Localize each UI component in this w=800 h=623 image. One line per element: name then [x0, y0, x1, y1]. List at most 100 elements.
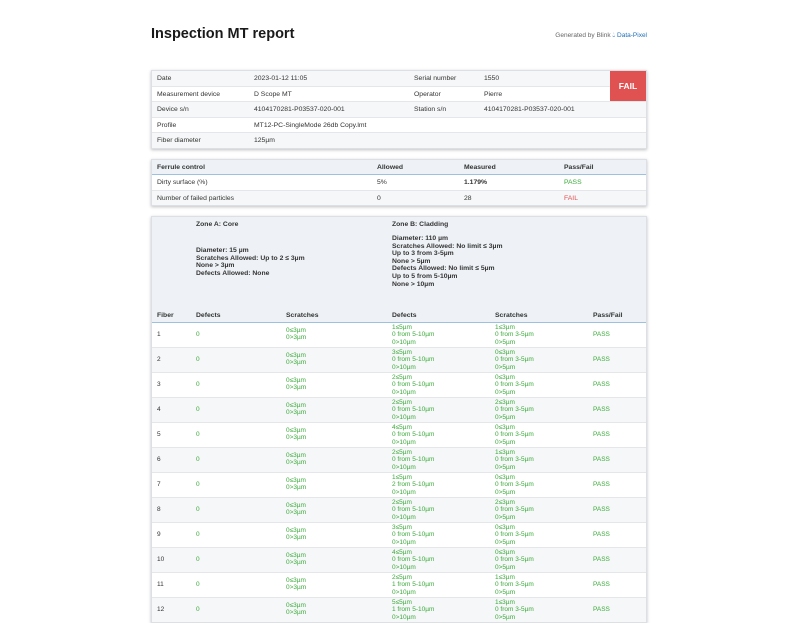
zone-a-scratches-line: 0≤3µm: [286, 502, 306, 509]
zone-a-scratches: 0≤3µm 0>3µm: [286, 327, 306, 342]
overall-result-badge: FAIL: [610, 71, 646, 101]
zone-b-defects-line: 0>10µm: [392, 363, 416, 371]
report-header: Inspection MT report Generated by Blink …: [151, 20, 647, 50]
fiber-header: Fiber: [157, 312, 174, 319]
meta-value: 4104170281-P03537-020-001: [484, 106, 575, 113]
zone-b-line: Up to 3 from 3-5µm: [392, 250, 454, 258]
zone-b-defects-line: 0>10µm: [392, 613, 416, 621]
meta-label: Measurement device: [157, 90, 221, 98]
ferrule-row: Number of failed particles 0 28 FAIL: [152, 190, 646, 205]
zone-b-scratches-line: 0≤3µm: [495, 374, 515, 381]
zone-b-defects-line: 1 from 5-10µm: [392, 581, 435, 589]
zone-a-scratches: 0≤3µm 0>3µm: [286, 352, 306, 367]
fiber-number: 6: [157, 456, 161, 463]
fiber-row: 10 0 0≤3µm 0>3µm 4≤5µm 0 from 5-10µm 0>10µm 0≤3…: [152, 548, 646, 573]
ferrule-row-measured: 28: [464, 194, 472, 202]
zone-b-scratches-line: 0≤3µm: [495, 524, 515, 531]
meta-value: 1550: [484, 75, 500, 82]
generated-by: Generated by Blink 💧︎ Data-Pixel: [555, 32, 647, 40]
fiber-row: 3 0 0≤3µm 0>3µm 2≤5µm 0 from 5-10µm 0>10µm 0≤3µ…: [152, 373, 646, 398]
fiber-row: 6 0 0≤3µm 0>3µm 2≤5µm 0 from 5-10µm 0>10µm 1≤3µ…: [152, 448, 646, 473]
fiber-row: 2 0 0≤3µm 0>3µm 3≤5µm 0 from 5-10µm 0>10µm 0≤3µ…: [152, 348, 646, 373]
zone-b-defects-line: 2≤5µm: [392, 399, 412, 406]
measured-header: Measured: [464, 163, 496, 171]
zone-b-title: Zone B: Cladding: [392, 221, 449, 228]
zone-a-scratches: 0≤3µm 0>3µm: [286, 452, 306, 467]
fiber-number: 1: [157, 331, 161, 338]
fiber-number: 5: [157, 431, 161, 438]
ferrule-row-allowed: 0: [377, 194, 381, 202]
ferrule-header: Ferrule control: [157, 163, 205, 171]
ferrule-row-result: PASS: [564, 179, 582, 186]
zone-b-defects-header: Defects: [392, 312, 417, 319]
zone-b-scratches-line: 0>5µm: [495, 338, 516, 346]
zone-b-scratches-line: 0>5µm: [495, 488, 516, 496]
zone-a-scratches-line: 0≤3µm: [286, 377, 306, 384]
zone-b-scratches-line: 0 from 3-5µm: [495, 331, 534, 339]
zone-b-scratches-line: 0>5µm: [495, 413, 516, 421]
zone-b-scratches-line: 0>5µm: [495, 388, 516, 396]
zone-b-defects-line: 0 from 5-10µm: [392, 381, 435, 389]
fiber-number: 11: [157, 581, 164, 588]
zone-b-defects-line: 0>10µm: [392, 413, 416, 421]
zone-b-scratches-line: 0 from 3-5µm: [495, 556, 534, 564]
ferrule-row-name: Number of failed particles: [157, 194, 235, 202]
zone-b-scratches-line: 0 from 3-5µm: [495, 456, 534, 464]
zone-b-line: None > 5µm: [392, 257, 431, 265]
zone-a-line: Scratches Allowed: Up to 2 ≤ 3µm: [196, 254, 305, 262]
zone-a-scratches-line: 0≤3µm: [286, 327, 306, 334]
fiber-number: 2: [157, 356, 161, 363]
ferrule-row: Dirty surface (%) 5% 1.179% PASS: [152, 175, 646, 191]
fiber-row: 1 0 0≤3µm 0>3µm 1≤5µm 0 from 5-10µm 0>10µm 1≤3µ…: [152, 323, 646, 348]
zone-b-defects-line: 0 from 5-10µm: [392, 331, 435, 339]
zone-b-defects-line: 0>10µm: [392, 588, 416, 596]
zone-b-defects-line: 3≤5µm: [392, 524, 412, 531]
zone-b-defects-line: 4≤5µm: [392, 549, 412, 556]
zone-b-defects-line: 0>10µm: [392, 438, 416, 446]
zone-a-defects-header: Defects: [196, 312, 221, 319]
generated-by-text: Generated by Blink: [555, 32, 611, 39]
zone-a-scratches-line: 0≤3µm: [286, 527, 306, 534]
zone-b-scratches: 0≤3µm 0 from 3-5µm 0>5µm: [495, 349, 534, 371]
zone-a-defects: 0: [196, 381, 200, 388]
zone-b-scratches: 2≤3µm 0 from 3-5µm 0>5µm: [495, 399, 534, 421]
zone-b-scratches-line: 0>5µm: [495, 513, 516, 521]
zone-b-scratches: 1≤3µm 0 from 3-5µm 0>5µm: [495, 449, 534, 471]
zone-b-defects-line: 4≤5µm: [392, 424, 412, 431]
brand-link[interactable]: Data-Pixel: [617, 32, 647, 39]
zone-a-scratches-line: 0>3µm: [286, 359, 307, 367]
zone-a-defects: 0: [196, 581, 200, 588]
zone-b-scratches-line: 0≤3µm: [495, 549, 515, 556]
fiber-result: PASS: [593, 581, 610, 588]
meta-label: Device s/n: [157, 106, 189, 113]
zone-b-scratches-header: Scratches: [495, 312, 528, 319]
zone-a-scratches-line: 0≤3µm: [286, 427, 306, 434]
zone-b-defects-line: 0>10µm: [392, 563, 416, 571]
meta-row: Fiber diameter 125µm: [152, 133, 646, 148]
zone-b-scratches-line: 2≤3µm: [495, 499, 515, 506]
zone-b-defects-line: 0>10µm: [392, 513, 416, 521]
zone-a-line: Defects Allowed: None: [196, 269, 270, 277]
zone-b-defects-line: 2≤5µm: [392, 574, 412, 581]
zone-a-scratches-line: 0≤3µm: [286, 602, 306, 609]
zone-b-line: None > 10µm: [392, 280, 435, 288]
zone-a-title: Zone A: Core: [196, 221, 239, 228]
fiber-number: 4: [157, 406, 161, 413]
zone-b-scratches: 0≤3µm 0 from 3-5µm 0>5µm: [495, 549, 534, 571]
meta-label: Profile: [157, 121, 177, 129]
zone-b-defects-line: 0 from 5-10µm: [392, 356, 435, 364]
zone-a-defects: 0: [196, 406, 200, 413]
zone-a-defects: 0: [196, 481, 200, 488]
fiber-row: 11 0 0≤3µm 0>3µm 2≤5µm 1 from 5-10µm 0>10µm 1≤3…: [152, 573, 646, 598]
zone-b-defects-line: 0 from 5-10µm: [392, 431, 435, 439]
zone-b-scratches-line: 0>5µm: [495, 363, 516, 371]
zone-b-scratches-line: 0≤3µm: [495, 424, 515, 431]
fiber-result: PASS: [593, 431, 610, 438]
fiber-result: PASS: [593, 406, 610, 413]
zone-a-spec: Diameter: 15 µm Scratches Allowed: Up to…: [196, 247, 305, 277]
zone-b-scratches: 1≤3µm 0 from 3-5µm 0>5µm: [495, 599, 534, 621]
zone-b-defects: 2≤5µm 0 from 5-10µm 0>10µm: [392, 399, 434, 421]
meta-rows: Date 2023-01-12 11:05 Serial number 1550 Mea…: [152, 71, 646, 148]
zone-b-defects-line: 0 from 5-10µm: [392, 456, 435, 464]
zone-b-scratches-line: 0≤3µm: [495, 474, 515, 481]
